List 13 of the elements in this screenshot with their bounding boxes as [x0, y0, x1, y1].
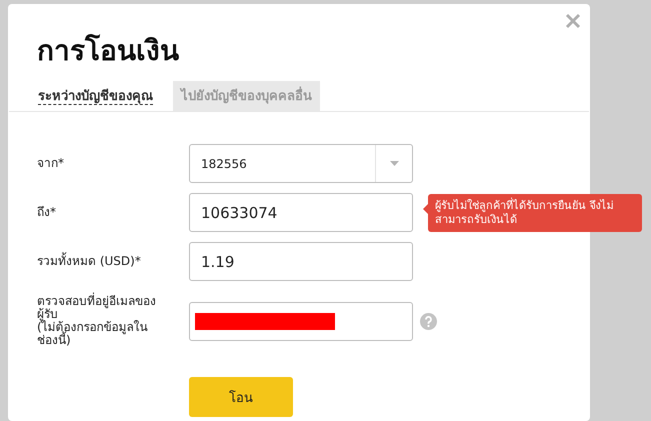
tab[interactable]: ระหว่างบัญชีของคุณ [38, 81, 153, 111]
field-label: จาก* [37, 157, 65, 170]
field-label: ถึง* [37, 206, 57, 219]
field-label: ตรวจสอบที่อยู่อีเมลของผู้รับ (ไม่ต้องกรอกข้อมูลในช่องนี้) [37, 295, 157, 347]
input-field[interactable]: 10633074 [189, 193, 413, 232]
transfer-button[interactable]: โอน [189, 377, 293, 417]
dialog-title: การโอนเงิน [37, 33, 179, 69]
caret-icon [390, 161, 398, 166]
account-select[interactable]: 182556 [189, 144, 413, 183]
input-field[interactable]: 1.19 [189, 242, 413, 281]
help-icon[interactable] [420, 312, 437, 330]
close-icon[interactable] [565, 13, 581, 29]
error-tooltip: ผู้รับไม่ใช่ลูกค้าที่ได้รับการยืนยัน จึงไม่สามารถรับเงินได้ [423, 194, 642, 232]
